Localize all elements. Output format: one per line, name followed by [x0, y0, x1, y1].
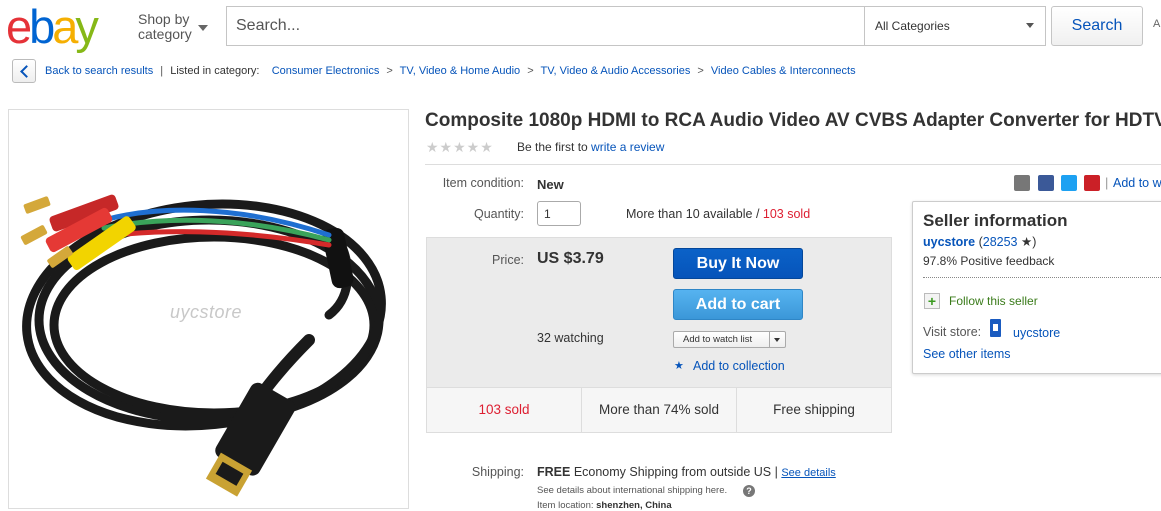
quantity-label: Quantity:	[473, 207, 524, 221]
twitter-icon[interactable]	[1061, 175, 1077, 191]
buy-it-now-button[interactable]: Buy It Now	[673, 248, 803, 279]
breadcrumb-consumer-electronics[interactable]: Consumer Electronics	[272, 65, 380, 77]
image-watermark: uycstore	[170, 302, 243, 322]
shipping-note: See details about international shipping…	[537, 485, 728, 496]
see-other-items-link[interactable]: See other items	[923, 347, 1011, 361]
add-to-cart-button[interactable]: Add to cart	[673, 289, 803, 320]
breadcrumb-tv-video-audio-accessories[interactable]: TV, Video & Audio Accessories	[541, 65, 691, 77]
condition-value: New	[537, 177, 564, 192]
rating-text: Be the first to write a review	[517, 140, 665, 154]
price-label: Price:	[492, 253, 524, 267]
quantity-input[interactable]: 1	[537, 201, 581, 226]
condition-label: Item condition:	[442, 176, 524, 190]
chevron-down-icon	[774, 338, 780, 342]
price-value: US $3.79	[537, 250, 604, 267]
email-icon[interactable]	[1014, 175, 1030, 191]
visit-store-label: Visit store:	[923, 325, 982, 339]
plus-icon[interactable]: +	[924, 293, 940, 309]
positive-feedback: 97.8% Positive feedback	[923, 254, 1055, 268]
free-shipping-stat: Free shipping	[773, 402, 855, 417]
seller-title: Seller information	[923, 211, 1068, 230]
chevron-down-icon	[1026, 23, 1034, 28]
back-to-search-link[interactable]: Back to search results	[45, 65, 153, 77]
add-to-collection-link[interactable]: Add to collection	[693, 359, 785, 373]
shipping-info: FREE Economy Shipping from outside US | …	[537, 465, 836, 479]
listed-in-label: Listed in category:	[170, 65, 260, 77]
seller-name-link[interactable]: uycstore	[923, 235, 975, 249]
breadcrumb-tv-video-home-audio[interactable]: TV, Video & Home Audio	[400, 65, 520, 77]
shipping-label: Shipping:	[471, 465, 524, 479]
advanced-link[interactable]: A	[1153, 18, 1160, 30]
star-icon: ★	[674, 360, 684, 372]
write-review-link[interactable]: write a review	[591, 140, 664, 154]
seller-name: uycstore (28253 ★)	[923, 235, 1037, 249]
search-button[interactable]: Search	[1051, 6, 1143, 46]
watching-count: 32 watching	[537, 331, 604, 345]
percent-sold-stat: More than 74% sold	[582, 388, 737, 432]
store-link[interactable]: uycstore	[1013, 326, 1060, 340]
divider	[425, 164, 1161, 165]
item-location: Item location: shenzhen, China	[537, 500, 672, 511]
breadcrumb: Back to search results | Listed in categ…	[45, 65, 856, 77]
rating-stars: ★★★★★	[426, 139, 494, 155]
chevron-down-icon[interactable]	[198, 25, 208, 31]
feedback-score-link[interactable]: 28253	[983, 235, 1018, 249]
ebay-logo[interactable]: ebay	[6, 2, 126, 52]
facebook-icon[interactable]	[1038, 175, 1054, 191]
back-arrow-icon[interactable]	[12, 59, 36, 83]
sold-stat: 103 sold	[427, 388, 582, 432]
stats-bar: 103 sold More than 74% sold Free shippin…	[427, 387, 891, 432]
pinterest-icon[interactable]	[1084, 175, 1100, 191]
store-icon[interactable]	[990, 319, 1001, 337]
help-icon[interactable]: ?	[743, 485, 755, 497]
divider	[923, 277, 1161, 278]
separator: |	[1105, 175, 1109, 190]
search-input[interactable]: Search...	[226, 6, 866, 46]
see-details-link[interactable]: See details	[781, 467, 835, 479]
availability-text: More than 10 available / 103 sold	[626, 207, 811, 221]
shop-by-category-button[interactable]: Shop by category	[138, 12, 192, 42]
follow-seller-link[interactable]: Follow this seller	[949, 294, 1038, 308]
breadcrumb-video-cables[interactable]: Video Cables & Interconnects	[711, 65, 856, 77]
category-select[interactable]: All Categories	[864, 6, 1046, 46]
add-to-watchlist-link[interactable]: Add to w	[1113, 176, 1161, 190]
product-title: Composite 1080p HDMI to RCA Audio Video …	[425, 110, 1161, 131]
